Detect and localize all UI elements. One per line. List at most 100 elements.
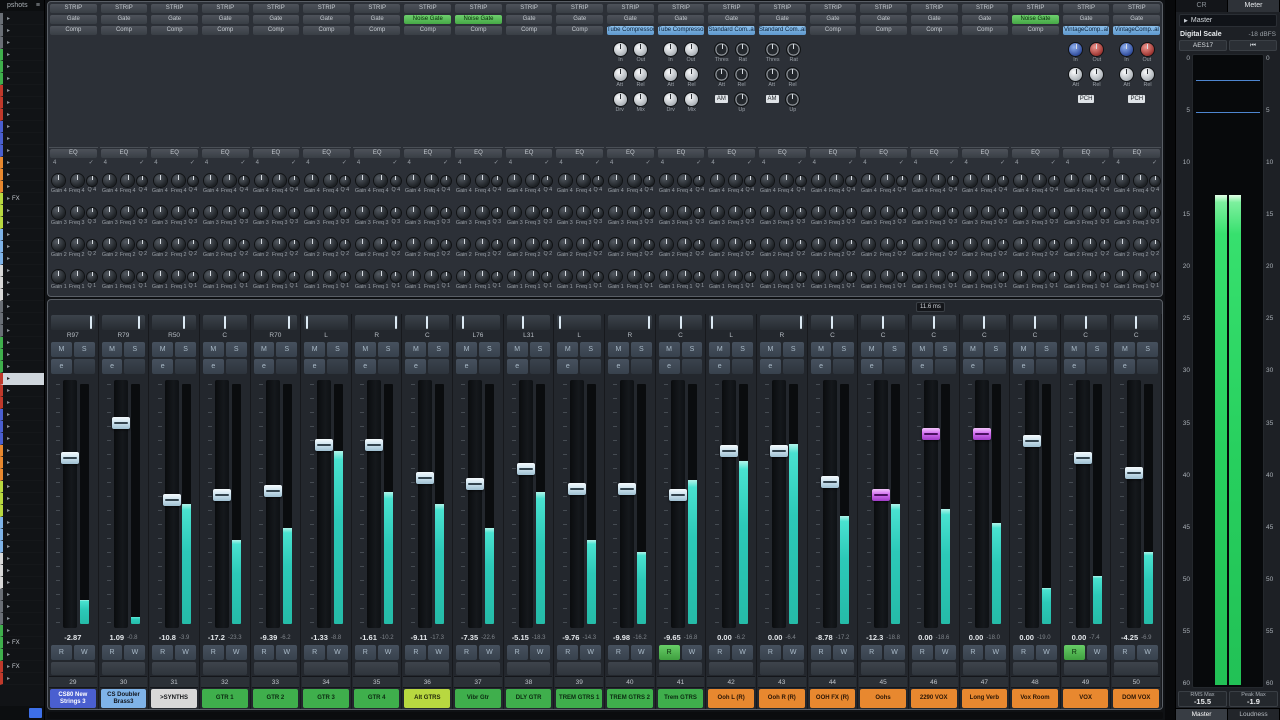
gain-2-knob[interactable]: [812, 238, 825, 251]
routing-cell[interactable]: [1013, 662, 1057, 675]
rel-knob[interactable]: [634, 68, 647, 81]
strip-button[interactable]: STRIP: [658, 4, 705, 13]
check-icon[interactable]: ✓: [494, 159, 499, 168]
rack-toggle[interactable]: [631, 359, 652, 374]
freq-3-knob[interactable]: [780, 206, 793, 219]
freq-1-knob[interactable]: [121, 270, 134, 283]
track-list-item[interactable]: ▸: [0, 409, 44, 421]
write-automation-button[interactable]: W: [783, 645, 804, 660]
fader-track[interactable]: [975, 380, 989, 628]
fader-cap[interactable]: [213, 489, 231, 501]
gain-2-knob[interactable]: [356, 238, 369, 251]
eq-button[interactable]: EQ: [860, 149, 907, 158]
freq-3-knob[interactable]: [476, 206, 489, 219]
freq-4-knob[interactable]: [223, 174, 236, 187]
routing-cell[interactable]: [861, 662, 905, 675]
channel-name[interactable]: OOH FX (R): [810, 689, 856, 708]
gain-4-knob[interactable]: [559, 174, 572, 187]
track-list-item[interactable]: ▸: [0, 445, 44, 457]
fader-track[interactable]: [722, 380, 736, 628]
eq-button[interactable]: EQ: [962, 149, 1009, 158]
freq-4-knob[interactable]: [577, 174, 590, 187]
track-list-item[interactable]: ▸: [0, 181, 44, 193]
routing-cell[interactable]: [760, 662, 804, 675]
freq-1-knob[interactable]: [1033, 270, 1046, 283]
freq-3-knob[interactable]: [374, 206, 387, 219]
q-2-knob[interactable]: [137, 240, 147, 250]
fader-track[interactable]: [215, 380, 229, 628]
track-list-item[interactable]: ▸: [0, 97, 44, 109]
mute-button[interactable]: M: [963, 342, 984, 357]
mix-knob[interactable]: [634, 93, 647, 106]
pan-slider[interactable]: [963, 315, 1007, 330]
strip-button[interactable]: STRIP: [1063, 4, 1110, 13]
q-2-knob[interactable]: [391, 240, 401, 250]
drv-knob[interactable]: [664, 93, 677, 106]
gain-3-knob[interactable]: [711, 206, 724, 219]
comp-slot[interactable]: Tube Compressor: [607, 26, 654, 35]
freq-1-knob[interactable]: [1134, 270, 1147, 283]
pan-slider[interactable]: [203, 315, 247, 330]
write-automation-button[interactable]: W: [124, 645, 145, 660]
gain-1-knob[interactable]: [255, 270, 268, 283]
track-list-item[interactable]: ▸: [0, 517, 44, 529]
comp-slot[interactable]: Standard Com..al: [708, 26, 755, 35]
gain-1-knob[interactable]: [52, 270, 65, 283]
q-3-knob[interactable]: [289, 208, 299, 218]
q-3-knob[interactable]: [340, 208, 350, 218]
q-4-knob[interactable]: [492, 176, 502, 186]
edit-button[interactable]: e: [456, 359, 477, 374]
thres-knob[interactable]: [715, 43, 728, 56]
gain-2-knob[interactable]: [964, 238, 977, 251]
fader-cap[interactable]: [315, 439, 333, 451]
q-4-knob[interactable]: [137, 176, 147, 186]
check-icon[interactable]: ✓: [646, 159, 651, 168]
read-automation-button[interactable]: R: [912, 645, 933, 660]
edit-button[interactable]: e: [405, 359, 426, 374]
gain-4-knob[interactable]: [356, 174, 369, 187]
fader-track[interactable]: [924, 380, 938, 628]
check-icon[interactable]: ✓: [747, 159, 752, 168]
gain-3-knob[interactable]: [356, 206, 369, 219]
q-2-knob[interactable]: [239, 240, 249, 250]
eq-button[interactable]: EQ: [556, 149, 603, 158]
q-1-knob[interactable]: [340, 272, 350, 282]
solo-button[interactable]: S: [530, 342, 551, 357]
q-3-knob[interactable]: [593, 208, 603, 218]
mute-button[interactable]: M: [1114, 342, 1135, 357]
eq-button[interactable]: EQ: [607, 149, 654, 158]
strip-button[interactable]: STRIP: [1113, 4, 1160, 13]
q-1-knob[interactable]: [1100, 272, 1110, 282]
mute-button[interactable]: M: [254, 342, 275, 357]
gain-4-knob[interactable]: [204, 174, 217, 187]
q-3-knob[interactable]: [846, 208, 856, 218]
att-knob[interactable]: [766, 68, 779, 81]
q-2-knob[interactable]: [492, 240, 502, 250]
track-list-item[interactable]: ▸: [0, 601, 44, 613]
q-2-knob[interactable]: [1150, 240, 1160, 250]
gain-2-knob[interactable]: [1116, 238, 1129, 251]
gain-4-knob[interactable]: [711, 174, 724, 187]
routing-cell[interactable]: [1114, 662, 1158, 675]
solo-button[interactable]: S: [327, 342, 348, 357]
solo-button[interactable]: S: [884, 342, 905, 357]
routing-cell[interactable]: [254, 662, 298, 675]
rack-toggle[interactable]: [378, 359, 399, 374]
fader-track[interactable]: [418, 380, 432, 628]
read-automation-button[interactable]: R: [507, 645, 528, 660]
track-list-item[interactable]: ▸: [0, 253, 44, 265]
gate-slot[interactable]: Gate: [50, 15, 97, 24]
q-4-knob[interactable]: [289, 176, 299, 186]
read-automation-button[interactable]: R: [963, 645, 984, 660]
fader-cap[interactable]: [264, 485, 282, 497]
q-4-knob[interactable]: [745, 176, 755, 186]
write-automation-button[interactable]: W: [1036, 645, 1057, 660]
strip-button[interactable]: STRIP: [708, 4, 755, 13]
freq-1-knob[interactable]: [1083, 270, 1096, 283]
freq-4-knob[interactable]: [425, 174, 438, 187]
gain-4-knob[interactable]: [1116, 174, 1129, 187]
routing-cell[interactable]: [811, 662, 855, 675]
q-2-knob[interactable]: [542, 240, 552, 250]
q-3-knob[interactable]: [391, 208, 401, 218]
pan-slider[interactable]: [659, 315, 703, 330]
